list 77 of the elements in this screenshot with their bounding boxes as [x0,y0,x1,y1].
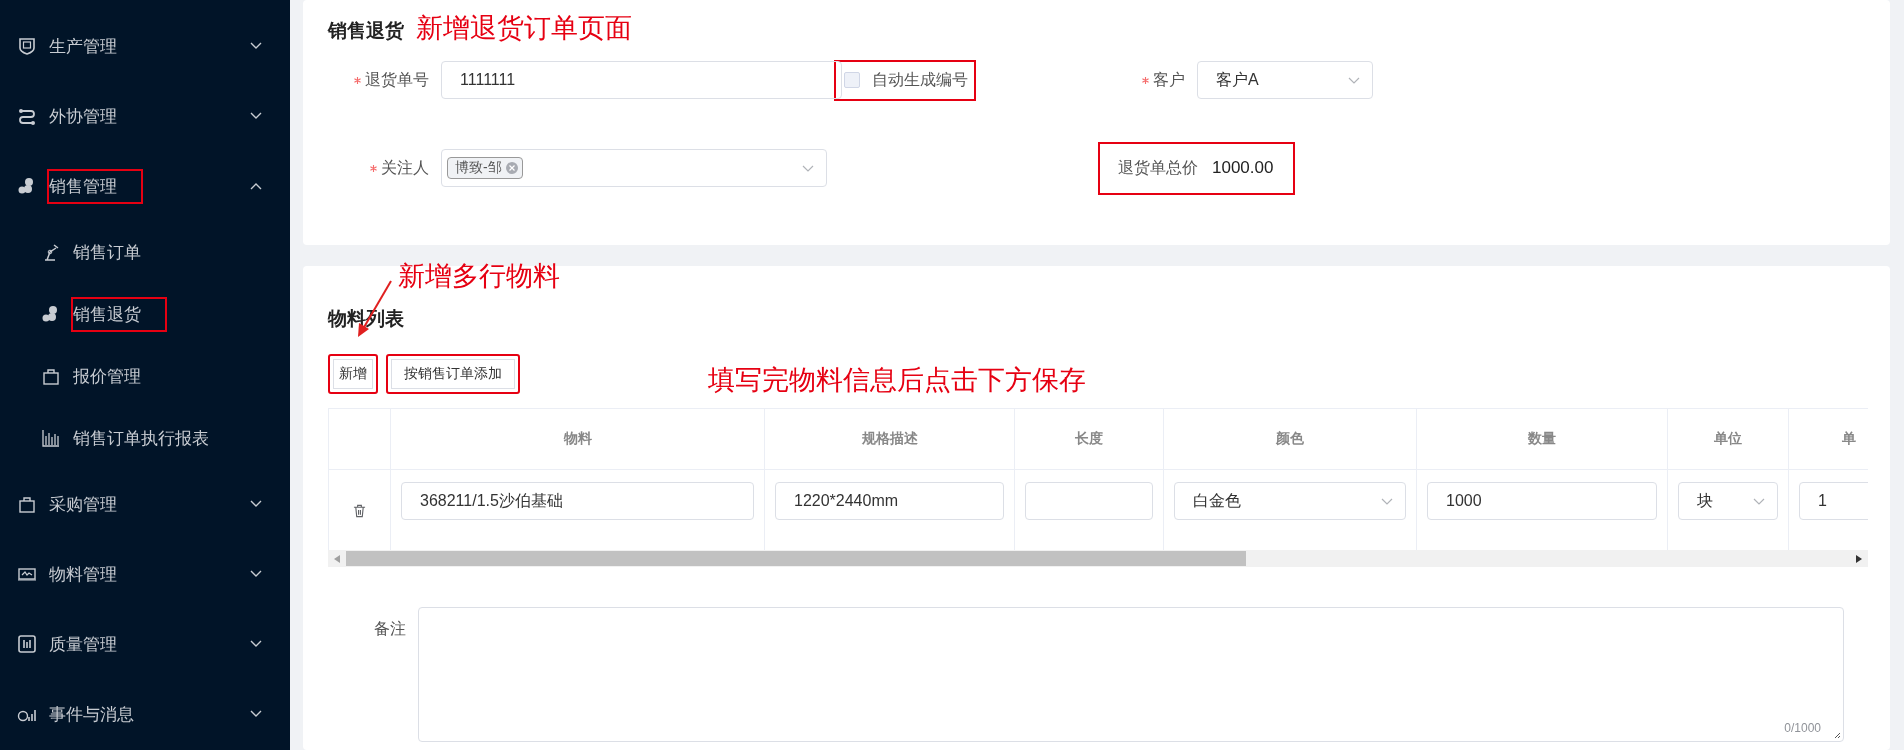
select-field[interactable]: 白金色 [1174,482,1406,520]
nav-label: 销售退货 [71,296,167,332]
total-value: 1000.00 [1212,158,1274,178]
nav-item[interactable]: 外协管理 [0,81,290,151]
resize-handle-icon[interactable] [1833,731,1841,739]
nav-label: 销售订单执行报表 [72,427,210,450]
page-title: 销售退货 [328,19,404,43]
tag: 博致-邹 [447,157,523,179]
input-field[interactable]: 368211/1.5沙伯基础 [401,482,754,520]
nav-label: 销售订单 [72,241,142,264]
nav-label: 物料管理 [48,563,118,586]
chevron-up-icon [250,182,262,190]
nav-label: 销售管理 [47,168,143,204]
select-field[interactable]: 块 [1678,482,1778,520]
table-header-cell: 颜色 [1164,409,1417,470]
field-label: 退货单总价 [1118,157,1198,178]
nav-label: 报价管理 [72,365,142,388]
scroll-left-icon[interactable] [334,554,340,563]
table-header-cell: 单位 [1668,409,1789,470]
close-icon[interactable] [505,162,518,174]
chevron-down-icon [250,710,262,718]
chevron-down-icon [250,640,262,648]
annotation-text: 新增多行物料 [398,260,560,293]
table-header-cell: 单 [1789,409,1868,470]
bag-icon [17,494,37,514]
toolbar-button[interactable]: 按销售订单添加 [386,354,520,394]
nav-item[interactable]: 销售管理 [0,151,290,221]
checkbox[interactable]: 自动生成编号 [834,59,976,101]
table-header-cell: 长度 [1015,409,1164,470]
nav-label: 生产管理 [48,35,118,58]
nav-label: 外协管理 [48,105,118,128]
table-header-cell: 规格描述 [765,409,1015,470]
nav-item[interactable]: 事件与消息 [0,679,290,749]
field-label: 关注人 [328,157,441,179]
nav-label: 采购管理 [48,493,118,516]
field-label: 客户 [1112,69,1197,91]
nav-item[interactable]: 生产管理 [0,11,290,81]
nav-label: 质量管理 [48,633,118,656]
shield-icon [17,36,37,56]
route-icon [17,106,37,126]
input-field[interactable]: 1000 [1427,482,1657,520]
chevron-down-icon [250,500,262,508]
character-counter: 0/1000 [1784,721,1821,735]
input-field[interactable]: 1111111 [441,61,842,99]
chevron-down-icon [250,112,262,120]
horizontal-scrollbar[interactable] [328,550,1868,567]
bar-chart-icon [41,428,61,448]
nav-label: 事件与消息 [48,703,135,726]
annotation-text: 填写完物料信息后点击下方保存 [708,364,1086,397]
chevron-down-icon [1381,498,1393,506]
chevron-down-icon [1753,498,1765,506]
toolbar-button[interactable]: 新增 [328,354,378,394]
chart-icon [17,634,37,654]
sub-nav-item[interactable]: 销售退货 [0,283,290,345]
input-field[interactable]: 1 [1799,482,1868,520]
sub-nav-item[interactable]: 销售订单执行报表 [0,407,290,469]
delete-icon[interactable] [353,504,366,518]
annotation-text: 新增退货订单页面 [416,12,632,45]
input-field[interactable] [1025,482,1153,520]
multi-select-field[interactable]: 博致-邹 [441,149,827,187]
chevron-down-icon [250,570,262,578]
nav-item[interactable]: 采购管理 [0,469,290,539]
sub-nav-item[interactable]: 销售订单 [0,221,290,283]
field-label: 退货单号 [328,69,441,91]
nav-item[interactable]: 物料管理 [0,539,290,609]
sub-nav-item[interactable]: 报价管理 [0,345,290,407]
chevron-down-icon [250,42,262,50]
select-field[interactable]: 客户A [1197,61,1373,99]
bag-icon [41,366,61,386]
table-header-cell: 数量 [1417,409,1668,470]
table-header-cell: 物料 [391,409,765,470]
nav-item[interactable]: 质量管理 [0,609,290,679]
chevron-down-icon [802,165,814,173]
chevron-down-icon [1348,77,1360,85]
scroll-right-icon[interactable] [1856,554,1862,563]
field-label: 备注 [373,619,407,639]
input-field[interactable]: 1220*2440mm [775,482,1004,520]
